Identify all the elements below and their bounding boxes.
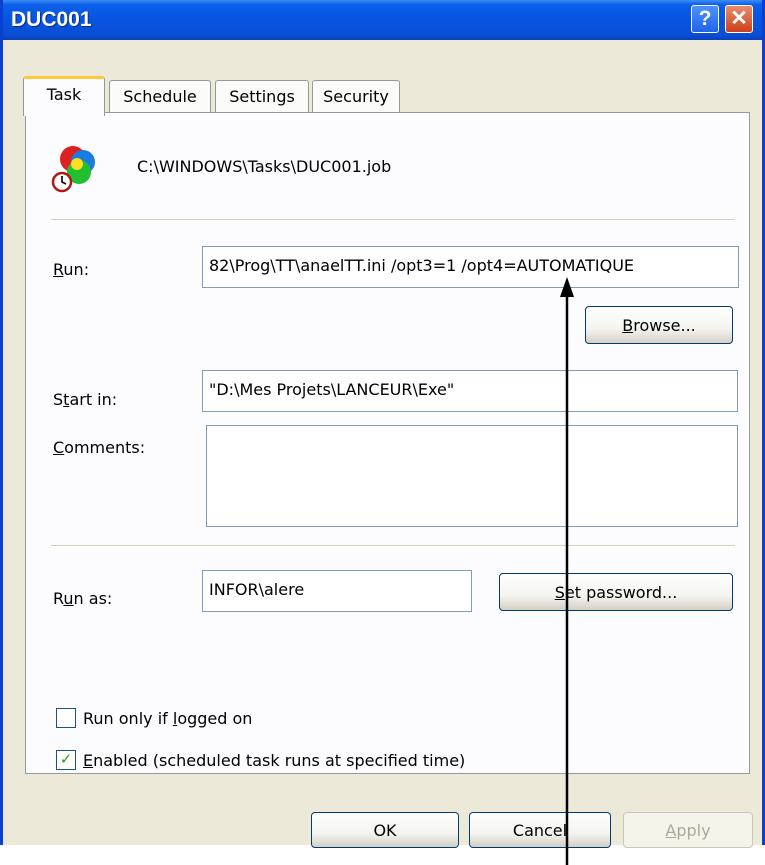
tab-schedule[interactable]: Schedule <box>109 80 211 114</box>
separator <box>51 545 735 547</box>
apply-button[interactable]: Apply <box>623 812 753 848</box>
enabled-checkbox[interactable]: ✓ <box>56 750 76 770</box>
run-only-logged-on-label: Run only if logged on <box>83 709 253 728</box>
run-as-label: Run as: <box>53 589 113 608</box>
run-as-input[interactable]: INFOR\alere <box>202 570 472 612</box>
tab-label: Security <box>323 87 389 106</box>
comments-textarea[interactable] <box>206 425 738 527</box>
tab-security[interactable]: Security <box>312 80 400 114</box>
run-input[interactable]: 82\Prog\TT\anaelTT.ini /opt3=1 /opt4=AUT… <box>202 246 739 288</box>
help-button[interactable]: ? <box>691 5 719 33</box>
task-file-path: C:\WINDOWS\Tasks\DUC001.job <box>137 157 392 176</box>
start-in-label: Start in: <box>53 390 118 409</box>
tab-settings[interactable]: Settings <box>215 80 309 114</box>
close-button[interactable]: ✕ <box>725 5 753 33</box>
run-only-logged-on-checkbox[interactable] <box>56 708 76 728</box>
separator <box>51 219 735 221</box>
start-in-input[interactable]: "D:\Mes Projets\LANCEUR\Exe" <box>202 370 738 412</box>
tab-label: Schedule <box>123 87 197 106</box>
scheduled-task-icon <box>49 140 105 196</box>
checkmark-icon: ✓ <box>59 750 73 768</box>
tab-task[interactable]: Task <box>23 76 105 116</box>
cancel-button[interactable]: Cancel <box>469 812 611 848</box>
window-title: DUC001 <box>11 8 92 31</box>
run-label: Run: <box>53 260 90 279</box>
tab-label: Task <box>46 85 82 104</box>
browse-button[interactable]: Browse... <box>585 306 733 344</box>
tab-label: Settings <box>229 87 295 106</box>
title-bar[interactable]: DUC001 ? ✕ <box>3 0 762 40</box>
task-properties-dialog: DUC001 ? ✕ Task Schedule Settings Securi… <box>0 0 765 848</box>
enabled-label: Enabled (scheduled task runs at specifie… <box>83 751 466 770</box>
set-password-button[interactable]: Set password... <box>499 573 733 611</box>
ok-button[interactable]: OK <box>311 812 459 848</box>
comments-label: Comments: <box>53 438 146 457</box>
